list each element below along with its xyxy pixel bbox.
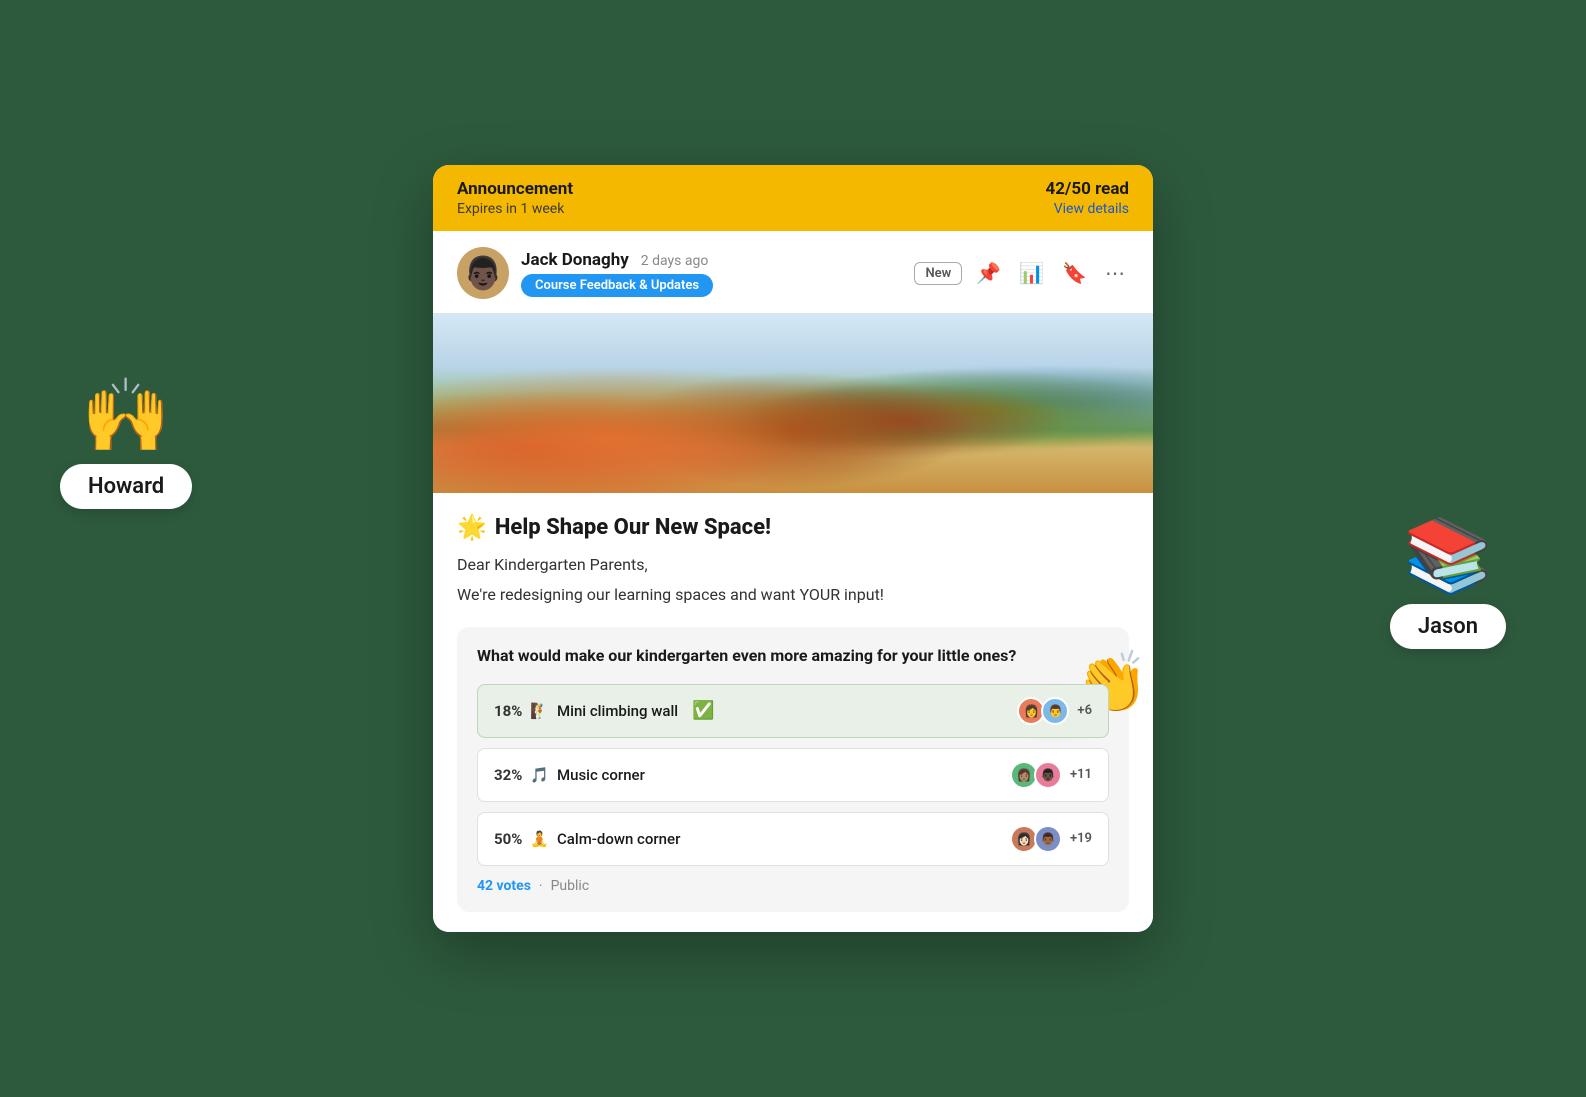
voter-avatar-2: 👨: [1041, 697, 1069, 725]
post-content: 🌟 Help Shape Our New Space! Dear Kinderg…: [433, 493, 1153, 931]
poll-option-1[interactable]: 18% 🧗 Mini climbing wall ✅ 👩 👨 +6: [477, 684, 1109, 738]
poll-option-2-emoji: 🎵: [530, 766, 549, 784]
headline-text: Help Shape Our New Space!: [495, 515, 771, 540]
votes-separator: ·: [539, 878, 543, 894]
more-icon[interactable]: ⋯: [1101, 257, 1129, 289]
announcement-expires: Expires in 1 week: [457, 201, 573, 217]
post-actions: New 📌 📊 🔖 ⋯: [914, 257, 1129, 289]
poll-option-3-text: Calm-down corner: [557, 830, 680, 848]
total-votes: 42 votes: [477, 878, 531, 894]
poll-option-3-percent: 50%: [494, 830, 522, 848]
poll-option-1-voters: 👩 👨 +6: [1017, 697, 1092, 725]
poll-question: What would make our kindergarten even mo…: [477, 645, 1109, 667]
poll-option-2-voters: 👩🏽 👨🏿 +11: [1010, 761, 1092, 789]
chart-icon[interactable]: 📊: [1015, 257, 1048, 289]
author-name-line: Jack Donaghy 2 days ago: [521, 250, 713, 270]
poll-option-3-voters: 👩🏻 👨🏾 +19: [1010, 825, 1092, 853]
poll-option-1-emoji: 🧗: [530, 702, 549, 720]
check-icon: ✅: [692, 700, 714, 721]
announcement-right: 42/50 read View details: [1046, 179, 1129, 217]
avatar: 👨🏿: [457, 247, 509, 299]
post-body-line2: We're redesigning our learning spaces an…: [457, 583, 1129, 607]
jason-name-badge: Jason: [1390, 604, 1506, 649]
voter-avatar-6: 👨🏾: [1034, 825, 1062, 853]
view-details-link[interactable]: View details: [1046, 201, 1129, 217]
poll-option-2[interactable]: 32% 🎵 Music corner 👩🏽 👨🏿 +11: [477, 748, 1109, 802]
votes-visibility: Public: [551, 878, 590, 894]
poll-option-1-label: 18% 🧗 Mini climbing wall ✅: [494, 700, 715, 721]
announcement-banner: Announcement Expires in 1 week 42/50 rea…: [433, 165, 1153, 231]
post-tag[interactable]: Course Feedback & Updates: [521, 274, 713, 297]
howard-name-badge: Howard: [60, 464, 192, 509]
post-headline: 🌟 Help Shape Our New Space!: [457, 513, 1129, 541]
author-info: Jack Donaghy 2 days ago Course Feedback …: [521, 250, 713, 297]
main-post-card: Announcement Expires in 1 week 42/50 rea…: [433, 165, 1153, 931]
headline-emoji: 🌟: [457, 513, 487, 541]
voter-count-2: +11: [1070, 767, 1092, 782]
voter-count-3: +19: [1070, 831, 1092, 846]
library-image: [433, 313, 1153, 493]
poll-option-3-label: 50% 🧘 Calm-down corner: [494, 830, 680, 848]
howard-decoration: 🙌 Howard: [60, 380, 192, 509]
announcement-left: Announcement Expires in 1 week: [457, 179, 573, 217]
poll-container: 👏 Lily What would make our kindergarten …: [457, 627, 1129, 911]
books-icon: 📚: [1403, 520, 1493, 592]
poll-footer: 42 votes · Public: [477, 878, 1109, 894]
jason-decoration: 📚 Jason: [1390, 520, 1506, 649]
pin-icon[interactable]: 📌: [972, 257, 1005, 289]
poll-option-1-percent: 18%: [494, 702, 522, 720]
author-name: Jack Donaghy: [521, 250, 629, 270]
voter-count-1: +6: [1077, 703, 1092, 718]
post-header: 👨🏿 Jack Donaghy 2 days ago Course Feedba…: [433, 231, 1153, 313]
post-time: 2 days ago: [641, 253, 709, 269]
post-author: 👨🏿 Jack Donaghy 2 days ago Course Feedba…: [457, 247, 713, 299]
read-count: 42/50 read: [1046, 179, 1129, 199]
announcement-title: Announcement: [457, 179, 573, 199]
new-badge: New: [914, 262, 962, 285]
poll-option-2-label: 32% 🎵 Music corner: [494, 766, 645, 784]
poll-option-3[interactable]: 50% 🧘 Calm-down corner 👩🏻 👨🏾 +19: [477, 812, 1109, 866]
voter-avatar-4: 👨🏿: [1034, 761, 1062, 789]
poll-option-1-text: Mini climbing wall: [557, 702, 678, 720]
post-body-line1: Dear Kindergarten Parents,: [457, 553, 1129, 577]
bookmark-icon[interactable]: 🔖: [1058, 257, 1091, 289]
hands-up-icon: 🙌: [81, 380, 171, 452]
poll-option-2-text: Music corner: [557, 766, 645, 784]
poll-option-3-emoji: 🧘: [530, 830, 549, 848]
poll-option-2-percent: 32%: [494, 766, 522, 784]
